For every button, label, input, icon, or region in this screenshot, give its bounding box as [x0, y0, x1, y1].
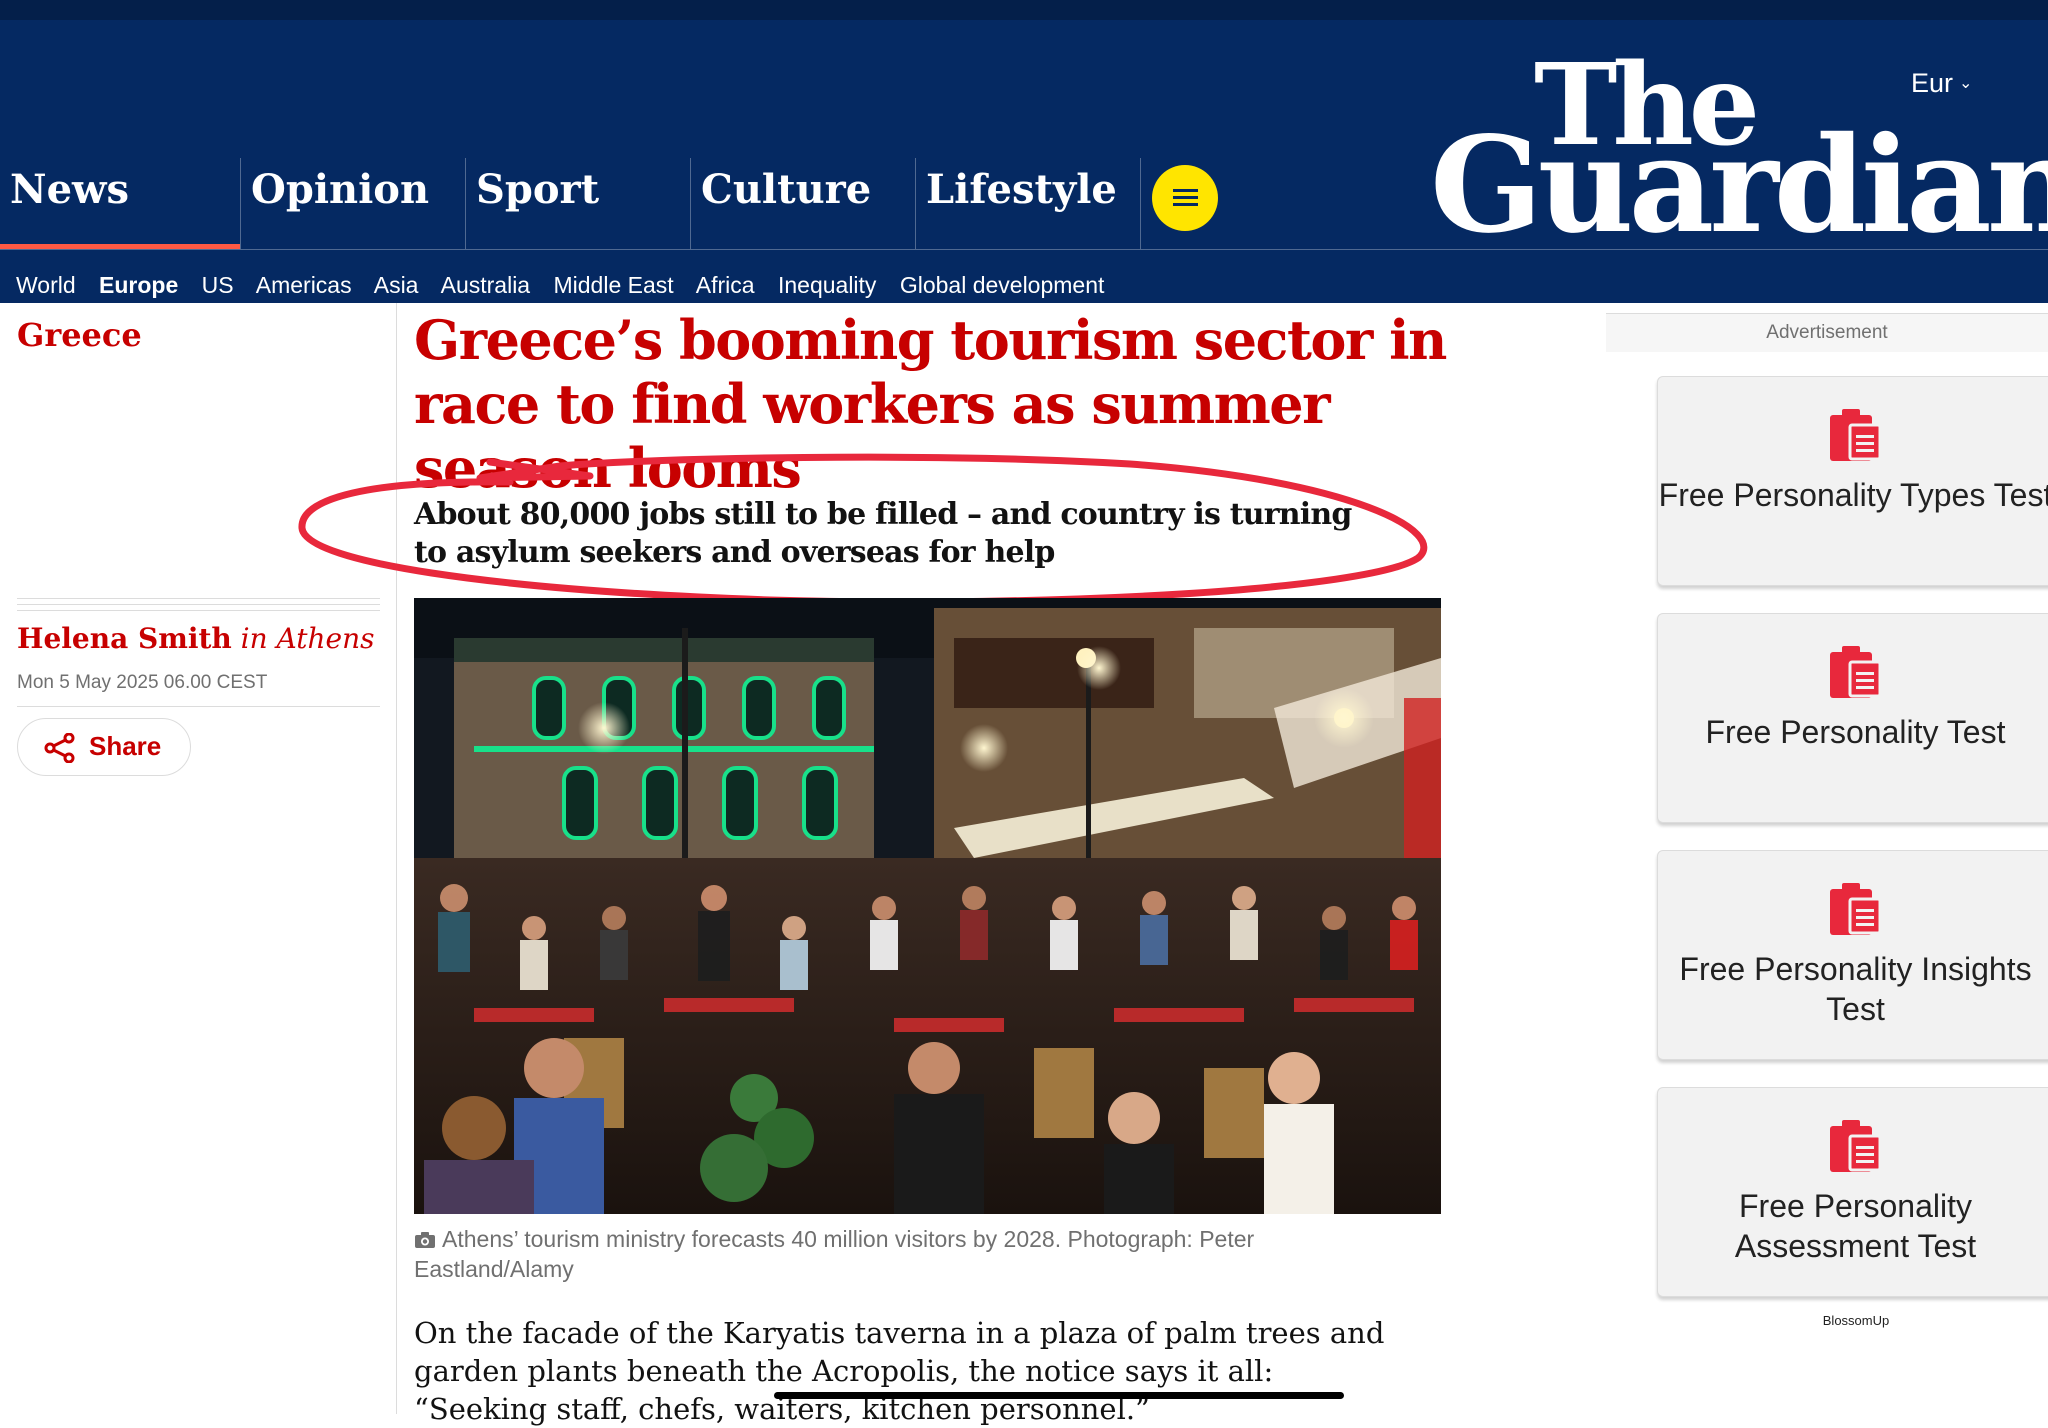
ad-card[interactable]: Free Personality Types Test: [1657, 376, 2048, 586]
share-icon: [44, 733, 75, 763]
annotation-underline: [774, 1392, 1344, 1399]
pillar-sport[interactable]: Sport: [465, 158, 691, 250]
ad-card-label: Free Personality Assessment Test: [1734, 1188, 1977, 1264]
meta-divider-lines: [17, 598, 380, 616]
article-photo: [414, 598, 1441, 1214]
subnav-australia[interactable]: Australia: [441, 272, 530, 298]
column-divider: [396, 303, 397, 1414]
byline: Helena Smith in Athens: [17, 622, 375, 655]
site-header: Eur ⌄ The Guardian News Opinion Sport Cul…: [0, 20, 2048, 303]
logo-line-2: Guardian: [1430, 108, 2048, 263]
clipboard-icon: [1830, 646, 1882, 698]
ad-card[interactable]: Free Personality Test: [1657, 613, 2048, 823]
clipboard-icon: [1830, 883, 1882, 935]
pillar-culture[interactable]: Culture: [690, 158, 916, 250]
pillar-label: Lifestyle: [926, 166, 1117, 213]
pillar-news[interactable]: News: [0, 158, 240, 250]
advertisement-label: Advertisement: [1606, 313, 2048, 352]
camera-icon: [415, 1232, 435, 1248]
photo-caption: Athens’ tourism ministry forecasts 40 mi…: [414, 1224, 1294, 1284]
menu-icon: [1173, 203, 1198, 206]
subnav-europe[interactable]: Europe: [99, 272, 178, 298]
sub-nav: World Europe US Americas Asia Australia …: [16, 272, 1121, 299]
pillar-label: Opinion: [251, 166, 430, 213]
chevron-down-icon: ⌄: [1959, 75, 1973, 92]
top-strip: [0, 0, 2048, 20]
share-label: Share: [89, 731, 162, 761]
author-location: in Athens: [240, 622, 375, 655]
author-name[interactable]: Helena Smith: [17, 622, 232, 655]
subnav-americas[interactable]: Americas: [256, 272, 352, 298]
subnav-world[interactable]: World: [16, 272, 76, 298]
ad-card[interactable]: Free Personality Assessment Test: [1657, 1087, 2048, 1297]
subnav-africa[interactable]: Africa: [696, 272, 755, 298]
publish-date: Mon 5 May 2025 06.00 CEST: [17, 672, 268, 693]
menu-button[interactable]: [1152, 165, 1218, 231]
headline: Greece’s booming tourism sector in race …: [414, 308, 1447, 500]
menu-icon: [1173, 196, 1198, 199]
clipboard-icon: [1830, 409, 1882, 461]
ad-card-label: Free Personality Types Test: [1658, 477, 2048, 513]
subnav-global-development[interactable]: Global development: [900, 272, 1105, 298]
pillar-label: Culture: [701, 166, 872, 213]
ad-card-label: Free Personality Insights Test: [1679, 951, 2032, 1027]
section-label[interactable]: Greece: [17, 316, 142, 354]
edition-label: Eur: [1911, 68, 1954, 98]
share-button[interactable]: Share: [17, 718, 191, 776]
clipboard-icon: [1830, 1120, 1882, 1172]
menu-icon: [1173, 189, 1198, 192]
standfirst: About 80,000 jobs still to be filled – a…: [414, 497, 1352, 570]
nav-divider: [0, 249, 2048, 250]
ad-brand[interactable]: BlossomUp: [1756, 1313, 1956, 1328]
caption-text: Athens’ tourism ministry forecasts 40 mi…: [414, 1226, 1255, 1282]
pillar-divider: [1140, 158, 1142, 250]
subnav-middle-east[interactable]: Middle East: [553, 272, 673, 298]
subnav-inequality[interactable]: Inequality: [778, 272, 876, 298]
pillar-label: News: [10, 166, 129, 213]
article-body: On the facade of the Karyatis taverna in…: [414, 1316, 1385, 1426]
ad-card[interactable]: Free Personality Insights Test: [1657, 850, 2048, 1060]
pillar-lifestyle[interactable]: Lifestyle: [915, 158, 1141, 250]
pillar-opinion[interactable]: Opinion: [240, 158, 466, 250]
pillar-label: Sport: [476, 166, 600, 213]
edition-picker[interactable]: Eur ⌄: [1911, 68, 1972, 99]
subnav-us[interactable]: US: [202, 272, 234, 298]
meta-divider: [17, 706, 380, 707]
subnav-asia[interactable]: Asia: [374, 272, 419, 298]
ad-card-label: Free Personality Test: [1705, 714, 2006, 750]
